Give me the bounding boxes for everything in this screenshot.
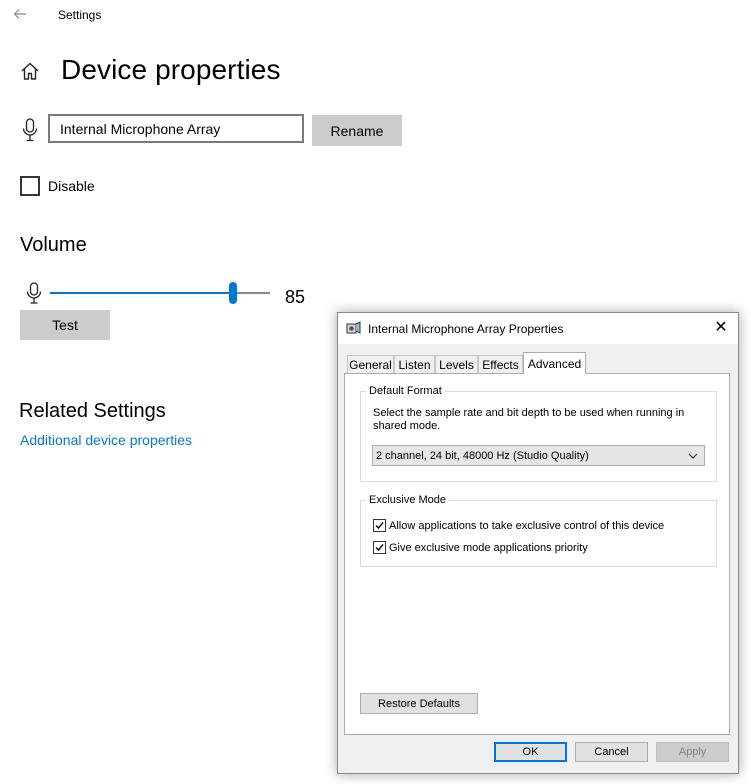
default-format-group: [360, 391, 717, 482]
page-title: Device properties: [61, 54, 281, 85]
volume-slider-filled[interactable]: [50, 292, 233, 294]
cancel-button[interactable]: Cancel: [575, 742, 648, 762]
default-format-label: Default Format: [366, 385, 445, 397]
exclusive-priority-checkbox[interactable]: [373, 541, 386, 554]
home-icon[interactable]: [20, 61, 40, 81]
apply-button[interactable]: Apply: [656, 742, 729, 762]
restore-defaults-button[interactable]: Restore Defaults: [360, 693, 478, 714]
close-icon[interactable]: ✕: [712, 319, 730, 337]
related-settings-heading: Related Settings: [19, 400, 166, 422]
volume-value: 85: [285, 287, 306, 307]
volume-slider-track[interactable]: [233, 292, 270, 294]
tab-general[interactable]: General: [347, 355, 394, 373]
tab-advanced[interactable]: Advanced: [523, 352, 586, 374]
volume-slider-thumb[interactable]: [229, 282, 237, 304]
tab-levels[interactable]: Levels: [435, 355, 478, 373]
dialog-title: Internal Microphone Array Properties: [368, 322, 564, 336]
disable-checkbox[interactable]: [20, 176, 40, 196]
properties-dialog: Internal Microphone Array Properties ✕ G…: [337, 312, 739, 774]
volume-microphone-icon: [26, 282, 42, 304]
default-format-description: Select the sample rate and bit depth to …: [373, 407, 685, 432]
allow-exclusive-checkbox[interactable]: [373, 519, 386, 532]
exclusive-mode-label: Exclusive Mode: [366, 494, 450, 506]
additional-device-properties-link[interactable]: Additional device properties: [20, 432, 192, 448]
ok-button[interactable]: OK: [494, 742, 567, 762]
dialog-titlebar[interactable]: Internal Microphone Array Properties ✕: [338, 313, 738, 344]
volume-heading: Volume: [20, 234, 87, 256]
back-button[interactable]: [12, 6, 28, 22]
checkmark-icon: [375, 522, 384, 530]
chevron-down-icon: [688, 449, 698, 463]
back-arrow-icon: [13, 9, 26, 19]
exclusive-priority-label: Give exclusive mode applications priorit…: [389, 542, 588, 554]
default-format-selected: 2 channel, 24 bit, 48000 Hz (Studio Qual…: [376, 449, 589, 462]
exclusive-mode-group: [360, 500, 717, 567]
disable-label: Disable: [48, 178, 95, 194]
checkmark-icon: [375, 544, 384, 552]
microphone-icon: [22, 118, 38, 142]
tab-listen[interactable]: Listen: [394, 355, 435, 373]
speaker-device-icon: [346, 321, 362, 335]
tab-effects[interactable]: Effects: [478, 355, 523, 373]
rename-button[interactable]: Rename: [312, 115, 402, 146]
app-title: Settings: [58, 8, 102, 22]
default-format-dropdown[interactable]: 2 channel, 24 bit, 48000 Hz (Studio Qual…: [372, 445, 705, 466]
test-button[interactable]: Test: [20, 310, 110, 340]
allow-exclusive-label: Allow applications to take exclusive con…: [389, 520, 665, 532]
device-name-input[interactable]: [48, 114, 304, 143]
